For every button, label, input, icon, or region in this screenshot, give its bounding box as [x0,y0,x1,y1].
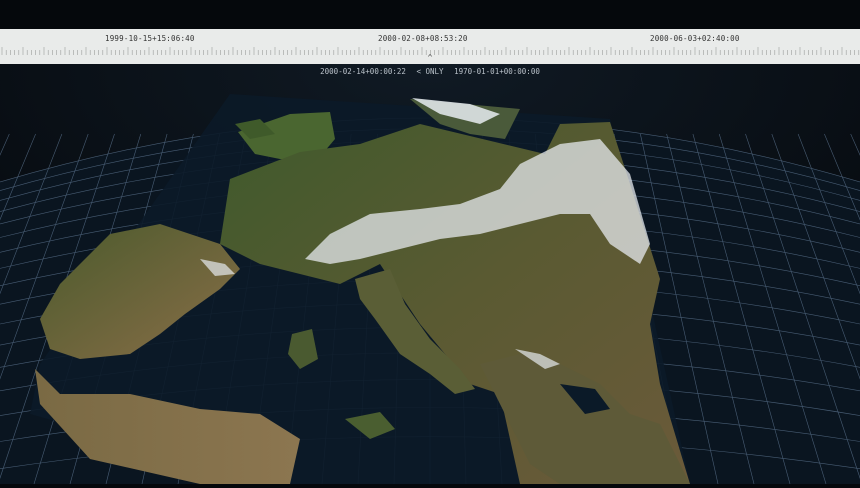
collapse-timeline-button[interactable]: ^ [421,52,439,64]
map-viewport[interactable] [0,64,860,485]
only-toggle[interactable]: < ONLY [416,67,443,76]
timeline-label-1: 1999-10-15+15:06:40 [105,34,195,43]
top-bar [0,0,860,29]
status-bar: 2000-02-14+00:00:22 < ONLY 1970-01-01+00… [0,67,860,76]
timeline-label-3: 2000-06-03+02:40:00 [650,34,740,43]
globe-map[interactable] [0,64,860,485]
current-time: 2000-02-14+00:00:22 [320,67,406,76]
reference-time: 1970-01-01+00:00:00 [454,67,540,76]
timeline-label-2: 2000-02-08+08:53:20 [378,34,468,43]
